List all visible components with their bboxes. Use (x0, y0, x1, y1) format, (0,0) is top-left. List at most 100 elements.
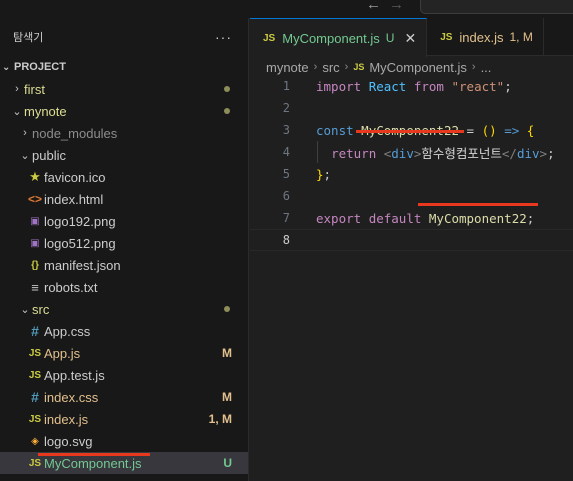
tree-item-label: public (32, 147, 66, 163)
tree-item-label: MyComponent.js (44, 455, 142, 471)
tab-mycomponent-js[interactable]: JS MyComponent.js U ✕ (250, 18, 428, 57)
tree-folder-src[interactable]: ⌄ src (0, 298, 248, 320)
annotation-underline (418, 203, 538, 206)
tree-file-index-html[interactable]: <> index.html (0, 188, 248, 210)
git-status-badge: M (222, 346, 232, 360)
line-number: 1 (282, 79, 290, 93)
tree-file-logo512[interactable]: ▣ logo512.png (0, 232, 248, 254)
tree-folder-mynote[interactable]: ⌄ mynote (0, 100, 248, 122)
tree-item-label: logo.svg (44, 433, 93, 449)
tree-file-app-test-js[interactable]: JS App.test.js (0, 364, 248, 386)
code-line[interactable]: 5 }; (250, 163, 573, 185)
chevron-right-icon: › (23, 127, 27, 139)
tree-file-robots[interactable]: ≡ robots.txt (0, 276, 248, 298)
tree-folder-node-modules[interactable]: › node_modules (0, 122, 248, 144)
tree-item-label: manifest.json (44, 257, 121, 273)
js-icon: JS (263, 32, 276, 44)
breadcrumb-item[interactable]: mynote (266, 60, 309, 75)
chevron-right-icon: › (471, 61, 476, 73)
tree-item-label: index.css (44, 389, 99, 405)
css-hash-icon: # (31, 389, 39, 405)
breadcrumb: mynote › src › JS MyComponent.js › ... (266, 57, 491, 77)
breadcrumb-item[interactable]: ... (481, 60, 492, 75)
code-text: import React from "react"; (316, 78, 512, 94)
code-text: return <div>함수형컴포넌트</div>; (331, 145, 555, 161)
code-line[interactable]: 2 (250, 97, 573, 119)
project-section-label: PROJECT (14, 61, 66, 73)
forward-arrow-icon[interactable]: → (389, 0, 412, 13)
explorer-title: 탐색기 (13, 32, 44, 44)
js-icon: JS (440, 31, 453, 43)
code-line[interactable]: 1 import React from "react"; (250, 75, 573, 97)
project-section-header[interactable]: ⌄ PROJECT (0, 56, 248, 78)
tree-item-label: index.js (44, 411, 89, 427)
tree-item-label: logo512.png (44, 235, 116, 251)
modified-dot-icon (224, 306, 230, 312)
code-text: export default MyComponent22; (316, 210, 535, 226)
tree-folder-public[interactable]: ⌄ public (0, 144, 248, 166)
tree-file-logo-svg[interactable]: ◈ logo.svg (0, 430, 248, 452)
tree-item-label: robots.txt (44, 279, 98, 295)
js-icon: JS (28, 369, 42, 381)
modified-dot-icon (224, 86, 230, 92)
tree-item-label: node_modules (32, 125, 118, 141)
code-line-current[interactable]: 8 (250, 229, 573, 251)
tree-item-label: logo192.png (44, 213, 116, 229)
chevron-right-icon: › (15, 83, 19, 95)
html-icon: <> (27, 192, 42, 206)
chevron-down-icon: ⌄ (12, 105, 22, 118)
annotation-underline (356, 130, 464, 133)
git-status-badge: 1, M (208, 412, 232, 426)
line-number: 5 (282, 167, 290, 181)
json-icon: {} (31, 259, 39, 271)
line-number: 8 (282, 233, 290, 247)
back-arrow-icon[interactable]: ← (366, 0, 389, 13)
git-status-badge: M (222, 390, 232, 404)
code-text: }; (316, 166, 332, 182)
line-number: 3 (282, 123, 290, 137)
image-icon: ▣ (30, 215, 40, 227)
star-icon: ★ (29, 169, 41, 184)
code-line[interactable]: 7 export default MyComponent22; (250, 207, 573, 229)
tree-item-label: App.test.js (44, 367, 105, 383)
svg-icon: ◈ (31, 435, 39, 447)
explorer-header: 탐색기 ··· (0, 18, 248, 56)
command-center[interactable] (420, 0, 573, 14)
line-number: 7 (282, 211, 290, 225)
tree-file-app-js[interactable]: JS App.js M (0, 342, 248, 364)
tree-file-logo192[interactable]: ▣ logo192.png (0, 210, 248, 232)
code-line[interactable]: 4 return <div>함수형컴포넌트</div>; (250, 141, 573, 163)
tree-file-manifest[interactable]: {} manifest.json (0, 254, 248, 276)
css-hash-icon: # (31, 323, 39, 339)
tree-folder-first[interactable]: › first (0, 78, 248, 100)
breadcrumb-item[interactable]: MyComponent.js (369, 60, 467, 75)
tab-label: MyComponent.js (282, 30, 380, 46)
chevron-down-icon: ⌄ (2, 61, 11, 73)
tab-label: index.js (459, 29, 504, 45)
explorer-sidebar: 탐색기 ··· ⌄ PROJECT › first ⌄ mynote › nod… (0, 18, 249, 481)
annotation-underline (38, 453, 150, 456)
tab-index-js[interactable]: JS index.js 1, M (427, 18, 544, 56)
chevron-right-icon: › (313, 61, 318, 73)
breadcrumb-item[interactable]: src (322, 60, 339, 75)
code-editor[interactable]: 1 import React from "react"; 2 3 const M… (250, 75, 573, 481)
tree-file-app-css[interactable]: # App.css (0, 320, 248, 342)
js-icon: JS (353, 62, 365, 72)
tree-file-index-js[interactable]: JS index.js 1, M (0, 408, 248, 430)
line-number: 2 (282, 101, 290, 115)
git-status-badge: U (223, 456, 232, 470)
tree-item-label: App.css (44, 323, 91, 339)
title-bar: ←→ (0, 0, 573, 18)
tree-item-label: App.js (44, 345, 81, 361)
chevron-down-icon: ⌄ (20, 303, 30, 316)
more-actions-icon[interactable]: ··· (215, 29, 232, 45)
tab-status-badge: U (385, 31, 395, 45)
tree-file-favicon[interactable]: ★ favicon.ico (0, 166, 248, 188)
js-icon: JS (28, 413, 42, 425)
tree-file-index-css[interactable]: # index.css M (0, 386, 248, 408)
tree-item-label: first (24, 81, 45, 97)
navigation-arrows: ←→ (366, 0, 412, 13)
close-icon[interactable]: ✕ (404, 30, 416, 47)
js-icon: JS (28, 457, 42, 469)
modified-dot-icon (224, 108, 230, 114)
